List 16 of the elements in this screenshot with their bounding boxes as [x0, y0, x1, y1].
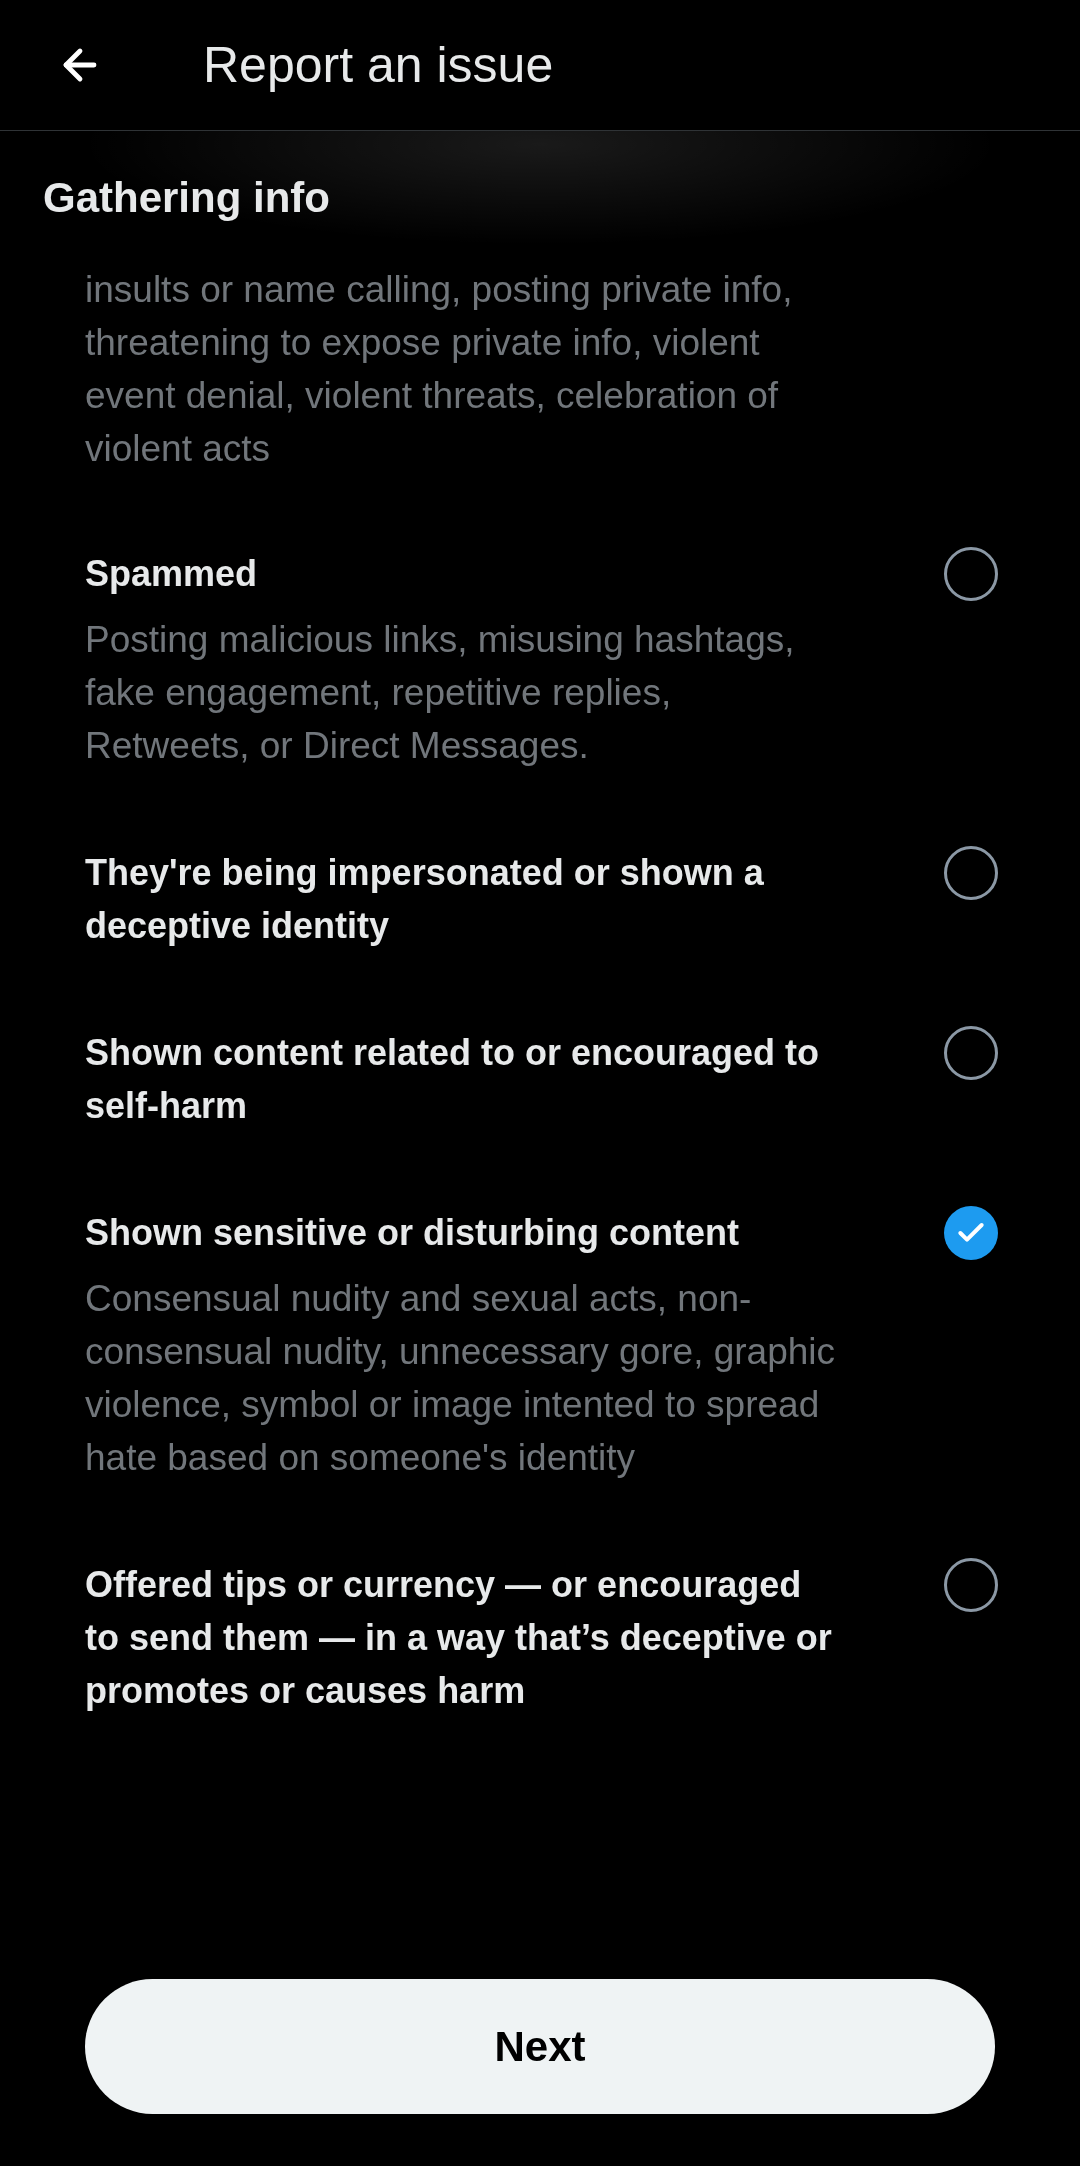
radio-button[interactable] [944, 846, 998, 900]
page-title: Report an issue [203, 36, 554, 95]
radio-button[interactable] [944, 547, 998, 601]
option-description: insults or name calling, posting private info, threatening to expose private info, violent event denial, violent threats, celebration of violent acts [85, 268, 794, 471]
option-title[interactable]: Spammed [85, 547, 845, 600]
option-description: Consensual nudity and sexual acts, non-consensual nudity, unnecessary gore, graphic violence, symbol or image intented to spread hate based on someone's identity [85, 1277, 837, 1480]
option-title[interactable]: Shown sensitive or disturbing content [85, 1206, 845, 1259]
option-description: Posting malicious links, misusing hashtags, fake engagement, repetitive replies, Retweets, or Direct Messages. [85, 618, 796, 768]
section-title: Gathering info [43, 172, 330, 223]
radio-button[interactable] [944, 1206, 998, 1260]
option-title[interactable]: They're being impersonated or shown a deceptive identity [85, 846, 845, 952]
radio-button[interactable] [944, 1558, 998, 1612]
next-button[interactable]: Next [85, 1979, 995, 2114]
radio-button[interactable] [944, 1026, 998, 1080]
option-title[interactable]: Shown content related to or encouraged to self-harm [85, 1026, 845, 1132]
option-title[interactable]: Offered tips or currency — or encouraged to send them — in a way that’s deceptive or promotes or causes harm [85, 1558, 845, 1717]
